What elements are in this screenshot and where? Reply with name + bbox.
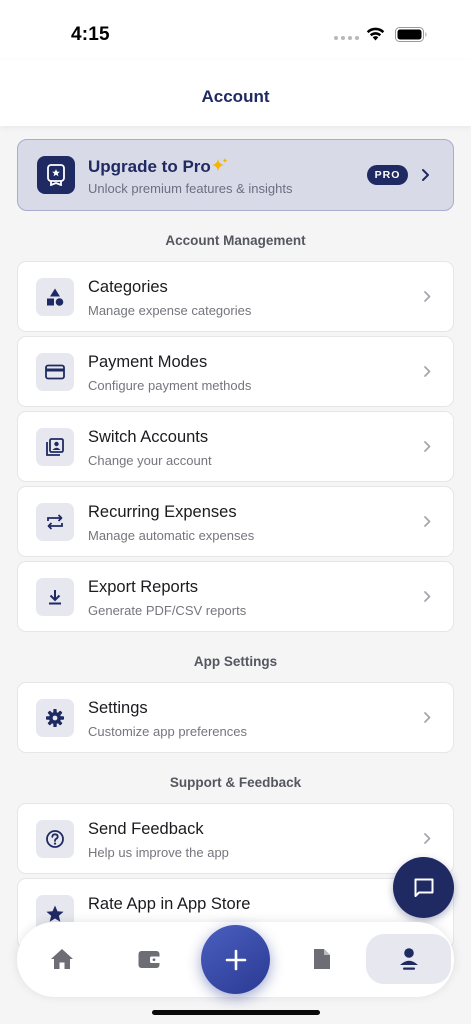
section-title-support-feedback: Support & Feedback bbox=[169, 775, 302, 790]
menu-item-title: Send Feedback bbox=[88, 820, 204, 838]
wallet-icon bbox=[138, 951, 160, 968]
person-icon bbox=[399, 948, 418, 970]
header: Account bbox=[0, 60, 471, 126]
section-title-app-settings: App Settings bbox=[193, 654, 278, 669]
chevron-right-icon bbox=[424, 441, 431, 452]
upgrade-to-pro-card[interactable]: Upgrade to Pro Unlock premium features &… bbox=[17, 139, 454, 211]
chevron-right-icon bbox=[424, 366, 431, 377]
page-title: Account bbox=[201, 87, 270, 106]
plus-icon bbox=[225, 949, 246, 970]
account-screen: 4:15 Account Upgrade to Pro Unlock premi… bbox=[0, 0, 471, 1024]
menu-item-subtitle: Manage expense categories bbox=[88, 303, 252, 318]
menu-item-recurring-expenses[interactable]: Recurring Expenses Manage automatic expe… bbox=[17, 486, 454, 557]
credit-card-icon bbox=[36, 353, 74, 391]
account-box-icon bbox=[36, 428, 74, 466]
help-circle-icon bbox=[36, 820, 74, 858]
menu-item-title: Payment Modes bbox=[88, 353, 208, 371]
document-icon bbox=[313, 949, 330, 969]
menu-item-title: Export Reports bbox=[88, 578, 199, 596]
gear-icon bbox=[36, 699, 74, 737]
status-bar: 4:15 bbox=[0, 0, 471, 60]
menu-item-categories[interactable]: Categories Manage expense categories bbox=[17, 261, 454, 332]
menu-item-title: Recurring Expenses bbox=[88, 503, 237, 521]
menu-item-title: Settings bbox=[88, 699, 148, 717]
menu-item-subtitle: Generate PDF/CSV reports bbox=[88, 603, 247, 618]
menu-item-subtitle: Manage automatic expenses bbox=[88, 528, 255, 543]
wifi-icon bbox=[366, 27, 385, 41]
chevron-right-icon bbox=[422, 169, 429, 181]
bottom-nav bbox=[17, 922, 454, 997]
chevron-right-icon bbox=[424, 591, 431, 602]
nav-tab-wallet[interactable] bbox=[106, 934, 191, 984]
shapes-icon bbox=[36, 278, 74, 316]
menu-item-send-feedback[interactable]: Send Feedback Help us improve the app bbox=[17, 803, 454, 874]
menu-item-title: Rate App in App Store bbox=[88, 895, 251, 913]
chat-icon bbox=[414, 878, 433, 897]
menu-item-title: Switch Accounts bbox=[88, 428, 209, 446]
menu-item-title: Categories bbox=[88, 278, 168, 296]
award-badge-icon bbox=[37, 156, 75, 194]
menu-item-subtitle: Help us improve the app bbox=[88, 845, 229, 860]
upgrade-subtitle: Unlock premium features & insights bbox=[88, 181, 293, 196]
menu-item-settings[interactable]: Settings Customize app preferences bbox=[17, 682, 454, 753]
chevron-right-icon bbox=[424, 291, 431, 302]
signal-icon bbox=[334, 36, 359, 40]
battery-icon bbox=[395, 27, 427, 42]
menu-item-subtitle: Customize app preferences bbox=[88, 724, 247, 739]
section-title-account-management: Account Management bbox=[165, 233, 306, 248]
chat-button[interactable] bbox=[393, 857, 454, 918]
pro-badge: PRO bbox=[367, 165, 408, 185]
download-icon bbox=[36, 578, 74, 616]
menu-item-subtitle: Configure payment methods bbox=[88, 378, 252, 393]
menu-item-subtitle: Change your account bbox=[88, 453, 212, 468]
chevron-right-icon bbox=[424, 712, 431, 723]
home-indicator bbox=[152, 1010, 320, 1015]
add-expense-button[interactable] bbox=[201, 925, 270, 994]
menu-item-payment-modes[interactable]: Payment Modes Configure payment methods bbox=[17, 336, 454, 407]
upgrade-title: Upgrade to Pro bbox=[88, 157, 211, 176]
nav-tab-reports[interactable] bbox=[279, 934, 364, 984]
nav-tab-home[interactable] bbox=[19, 934, 104, 984]
home-icon bbox=[50, 949, 73, 969]
sparkle-icon bbox=[212, 158, 228, 171]
repeat-icon bbox=[36, 503, 74, 541]
chevron-right-icon bbox=[424, 833, 431, 844]
menu-item-switch-accounts[interactable]: Switch Accounts Change your account bbox=[17, 411, 454, 482]
chevron-right-icon bbox=[424, 516, 431, 527]
menu-item-export-reports[interactable]: Export Reports Generate PDF/CSV reports bbox=[17, 561, 454, 632]
nav-tab-account[interactable] bbox=[366, 934, 451, 984]
status-time: 4:15 bbox=[71, 24, 110, 45]
